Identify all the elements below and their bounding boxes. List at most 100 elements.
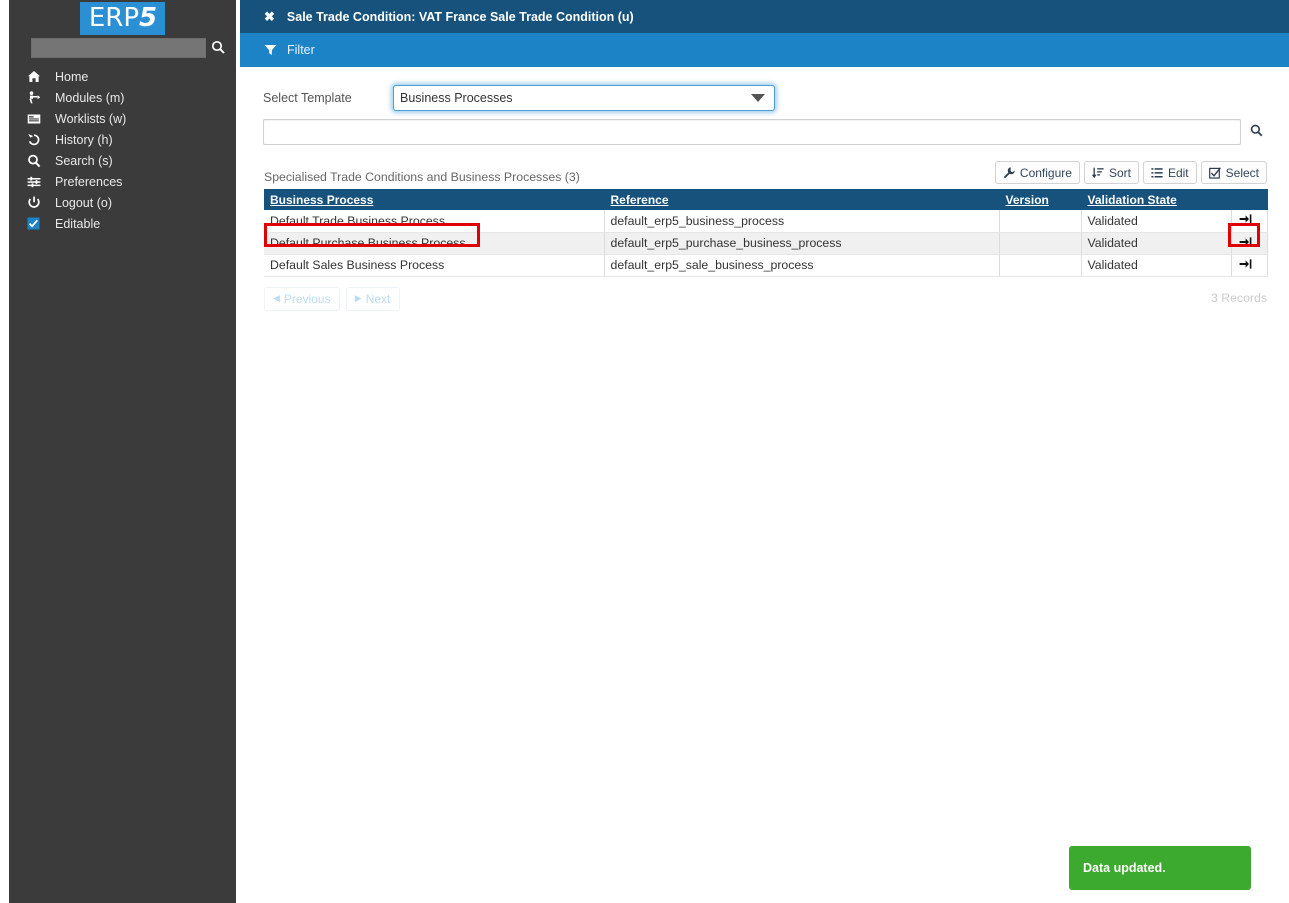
sidebar-item-worklists[interactable]: Worklists (w) <box>9 108 236 129</box>
select-template-row: Select Template Business Processes <box>240 67 1289 113</box>
search-icon[interactable] <box>1241 124 1271 140</box>
sign-in-icon[interactable] <box>1239 236 1252 248</box>
cell-reference: default_erp5_sale_business_process <box>604 254 1000 277</box>
select-button[interactable]: Select <box>1200 161 1267 184</box>
next-label: Next <box>365 291 391 306</box>
next-button[interactable]: ▶ Next <box>345 286 400 311</box>
pagination-row: ◀ Previous ▶ Next 3 Records <box>240 277 1289 311</box>
listbox-title-row: Specialised Trade Conditions and Busines… <box>240 145 1289 189</box>
chevron-left-icon: ◀ <box>273 293 280 303</box>
listbox-toolbar: Configure Sort Edit Select <box>991 161 1267 184</box>
column-header-version[interactable]: Version <box>999 189 1082 210</box>
sidebar-item-label: Logout (o) <box>55 195 112 210</box>
select-template-wrap: Business Processes <box>393 84 775 111</box>
sidebar-item-label: Home <box>55 69 89 84</box>
sidebar: ERP5 Home Modules (m) Worklists (w) Hist… <box>9 0 236 903</box>
select-label: Select <box>1225 165 1259 180</box>
sidebar-item-search[interactable]: Search (s) <box>9 150 236 171</box>
cell-version <box>999 254 1082 277</box>
toast-message: Data updated. <box>1083 861 1166 875</box>
sort-button[interactable]: Sort <box>1083 161 1139 184</box>
cell-action[interactable] <box>1231 254 1268 277</box>
select-template-label: Select Template <box>263 90 352 105</box>
sort-label: Sort <box>1108 165 1131 180</box>
cell-validation-state: Validated <box>1081 254 1232 277</box>
filter-label: Filter <box>287 43 315 57</box>
funnel-icon <box>264 44 277 56</box>
checkbox-checked-icon[interactable] <box>27 217 55 230</box>
close-icon[interactable]: ✖ <box>264 10 275 23</box>
sidebar-item-editable[interactable]: Editable <box>9 213 236 234</box>
previous-label: Previous <box>283 291 331 306</box>
power-icon <box>27 196 55 209</box>
logo-text: ERP <box>88 2 140 33</box>
sidebar-item-preferences[interactable]: Preferences <box>9 171 236 192</box>
wrench-icon <box>1003 166 1015 179</box>
toast-notification: Data updated. <box>1069 846 1251 890</box>
sidebar-nav: Home Modules (m) Worklists (w) History (… <box>9 66 236 234</box>
sidebar-item-label: Worklists (w) <box>55 111 127 126</box>
cell-validation-state: Validated <box>1081 210 1232 233</box>
logo-accent: 5 <box>139 2 158 33</box>
modules-icon <box>27 91 55 104</box>
sidebar-item-history[interactable]: History (h) <box>9 129 236 150</box>
record-count: 3 Records <box>1210 290 1267 305</box>
sidebar-item-logout[interactable]: Logout (o) <box>9 192 236 213</box>
column-label: Reference <box>610 192 669 207</box>
column-header-business-process[interactable]: Business Process <box>264 189 605 210</box>
table-body: Default Trade Business Process default_e… <box>264 210 1268 277</box>
table-head: Business Process Reference Version Valid… <box>264 189 1268 210</box>
checkbox-icon <box>1208 166 1221 179</box>
edit-button[interactable]: Edit <box>1142 161 1197 184</box>
cell-reference: default_erp5_purchase_business_process <box>604 232 1000 255</box>
listbox-title: Specialised Trade Conditions and Busines… <box>264 170 580 184</box>
select-template-dropdown[interactable]: Business Processes <box>393 84 775 111</box>
cell-business-process[interactable]: Default Trade Business Process <box>264 210 605 233</box>
sign-in-icon[interactable] <box>1239 258 1252 270</box>
search-icon <box>27 154 55 168</box>
configure-button[interactable]: Configure <box>994 161 1080 184</box>
sliders-icon <box>27 176 55 188</box>
cell-version <box>999 232 1082 255</box>
cell-version <box>999 210 1082 233</box>
erp5-page: ERP5 Home Modules (m) Worklists (w) Hist… <box>0 0 1289 903</box>
sidebar-item-label: Search (s) <box>55 153 113 168</box>
logo-container: ERP5 <box>9 0 236 36</box>
sidebar-item-label: Preferences <box>55 174 123 189</box>
search-input[interactable] <box>263 119 1241 145</box>
table-row[interactable]: Default Sales Business Process default_e… <box>264 254 1268 277</box>
column-label: Validation State <box>1087 192 1177 207</box>
sort-icon <box>1092 167 1104 179</box>
cell-business-process[interactable]: Default Purchase Business Process <box>264 232 605 255</box>
cell-business-process[interactable]: Default Sales Business Process <box>264 254 605 277</box>
column-header-validation-state[interactable]: Validation State <box>1081 189 1232 210</box>
previous-button[interactable]: ◀ Previous <box>264 286 340 311</box>
cell-action[interactable] <box>1231 232 1268 255</box>
erp5-logo[interactable]: ERP5 <box>79 1 166 35</box>
home-icon <box>27 70 55 83</box>
configure-label: Configure <box>1019 165 1072 180</box>
list-icon <box>1151 167 1163 179</box>
sidebar-search-input[interactable] <box>31 38 206 58</box>
table-header-row: Business Process Reference Version Valid… <box>264 189 1268 210</box>
edit-label: Edit <box>1167 165 1189 180</box>
column-label: Business Process <box>270 192 374 207</box>
table-row[interactable]: Default Trade Business Process default_e… <box>264 210 1268 233</box>
cell-reference: default_erp5_business_process <box>604 210 1000 233</box>
filter-bar[interactable]: Filter <box>240 33 1289 67</box>
sidebar-item-modules[interactable]: Modules (m) <box>9 87 236 108</box>
sidebar-item-home[interactable]: Home <box>9 66 236 87</box>
cell-validation-state: Validated <box>1081 232 1232 255</box>
column-header-reference[interactable]: Reference <box>604 189 1000 210</box>
column-label: Version <box>1005 192 1049 207</box>
table-row[interactable]: Default Purchase Business Process defaul… <box>264 232 1268 255</box>
cell-action[interactable] <box>1231 210 1268 233</box>
listbox-search-row <box>240 113 1289 145</box>
history-icon <box>27 133 55 146</box>
document-header: ✖ Sale Trade Condition: VAT France Sale … <box>240 0 1289 33</box>
pagination: ◀ Previous ▶ Next <box>264 286 406 311</box>
sidebar-search-row <box>9 36 236 64</box>
page-title: Sale Trade Condition: VAT France Sale Tr… <box>286 9 634 24</box>
search-icon[interactable] <box>206 40 230 57</box>
sign-in-icon[interactable] <box>1239 213 1252 225</box>
